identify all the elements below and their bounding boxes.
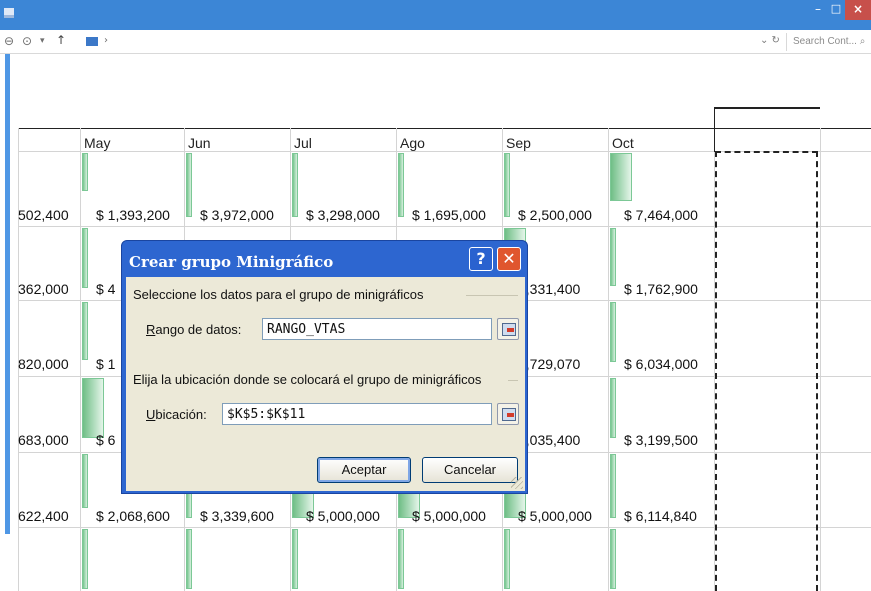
sparkline-bar — [504, 153, 510, 217]
cell-value[interactable]: $ 3,199,500 — [624, 432, 698, 448]
cell-value[interactable]: 683,000 — [18, 432, 69, 448]
sparkline-bar — [82, 529, 88, 589]
resize-grip-icon[interactable] — [511, 477, 523, 489]
excel-screen: – □ × ⊖ ⊙ ▾ ↑ › ⌄ ↻ Search Cont... ⌕ May… — [0, 0, 871, 591]
cell-value[interactable]: $ 2,500,000 — [518, 207, 592, 223]
dialog-close-button[interactable]: ✕ — [497, 247, 521, 271]
header-border — [18, 128, 871, 129]
cell-value[interactable]: $ 7,464,000 — [624, 207, 698, 223]
sparkline-bar — [82, 378, 104, 438]
range-label-accesskey: R — [146, 322, 156, 337]
minimize-button[interactable]: – — [812, 2, 824, 18]
cell-value[interactable]: 362,000 — [18, 281, 69, 297]
ok-button[interactable]: Aceptar — [317, 457, 411, 483]
sparkline-bar — [186, 529, 192, 589]
dialog-body: Seleccione los datos para el grupo de mi… — [126, 277, 525, 491]
back-icon[interactable]: ⊖ — [4, 34, 14, 48]
sparkline-bar — [610, 454, 616, 518]
location-section-rule — [508, 380, 518, 381]
sparkline-bar — [82, 454, 88, 508]
range-input[interactable]: RANGO_VTAS — [262, 318, 492, 340]
location-section-label: Elija la ubicación donde se colocará el … — [133, 372, 482, 387]
column-header: May — [84, 135, 111, 151]
breadcrumb-chevron-icon[interactable]: › — [104, 35, 108, 46]
create-sparkline-dialog: Crear grupo Minigráfico ? ✕ Seleccione l… — [121, 240, 528, 494]
cell-value[interactable]: $ 3,972,000 — [200, 207, 274, 223]
sparkline-bar — [610, 529, 616, 589]
dialog-title: Crear grupo Minigráfico — [129, 253, 334, 271]
location-input[interactable]: $K$5:$K$11 — [222, 403, 492, 425]
location-label-text: bicación: — [155, 407, 207, 422]
sparkline-bar — [610, 378, 616, 438]
column-header: Jul — [294, 135, 312, 151]
cancel-button[interactable]: Cancelar — [422, 457, 518, 483]
up-arrow-icon[interactable]: ↑ — [56, 33, 66, 47]
cell-value[interactable]: $ 5,000,000 — [412, 508, 486, 524]
cell-value[interactable]: $ 3,298,000 — [306, 207, 380, 223]
search-placeholder: Search Cont... — [793, 36, 857, 47]
cell-value[interactable]: $ 5,000,000 — [306, 508, 380, 524]
selection-border-left — [714, 107, 715, 152]
location-collapse-icon[interactable] — [497, 403, 519, 425]
data-section-rule — [466, 295, 518, 296]
cell-value[interactable]: $ 5,000,000 — [518, 508, 592, 524]
cell-value[interactable]: $ 6,114,840 — [624, 508, 697, 524]
copy-marquee — [715, 151, 818, 591]
address-bar: ⊖ ⊙ ▾ ↑ › ⌄ ↻ Search Cont... ⌕ — [0, 30, 871, 54]
selection-border — [714, 107, 820, 109]
cell-value[interactable]: $ 3,339,600 — [200, 508, 274, 524]
forward-icon[interactable]: ⊙ — [22, 34, 32, 48]
cell-value[interactable]: $ 1,393,200 — [96, 207, 170, 223]
column-gridline — [820, 128, 821, 591]
sparkline-bar — [186, 153, 192, 217]
column-header: Ago — [400, 135, 425, 151]
sparkline-bar — [82, 153, 88, 191]
search-icon: ⌕ — [859, 36, 866, 47]
cell-value[interactable]: $ 1 — [96, 356, 115, 372]
data-section-label: Seleccione los datos para el grupo de mi… — [133, 287, 424, 302]
cell-value[interactable]: $ 6,034,000 — [624, 356, 698, 372]
column-gridline — [80, 128, 81, 591]
range-label: Rango de datos: — [146, 322, 241, 337]
sparkline-bar — [610, 302, 616, 362]
recent-dropdown-icon[interactable]: ▾ — [40, 36, 45, 46]
sparkline-bar — [292, 529, 298, 589]
column-header: Oct — [612, 135, 634, 151]
column-header: Jun — [188, 135, 211, 151]
left-edge-strip — [0, 54, 10, 591]
help-button[interactable]: ? — [469, 247, 493, 271]
cell-value[interactable]: $ 1,695,000 — [412, 207, 486, 223]
sparkline-bar — [82, 302, 88, 360]
sparkline-bar — [610, 228, 616, 286]
cell-value[interactable]: $ 6 — [96, 432, 115, 448]
cell-value[interactable]: 622,400 — [18, 508, 69, 524]
app-icon[interactable] — [4, 8, 14, 18]
location-label: Ubicación: — [146, 407, 207, 422]
computer-icon — [86, 37, 98, 46]
refresh-icon[interactable]: ⌄ ↻ — [760, 35, 780, 46]
cell-value[interactable]: $ 1,762,900 — [624, 281, 698, 297]
search-input[interactable]: Search Cont... ⌕ — [786, 33, 870, 51]
cell-value[interactable]: 820,000 — [18, 356, 69, 372]
sparkline-bar — [610, 153, 632, 201]
sparkline-bar — [398, 529, 404, 589]
column-header: Sep — [506, 135, 531, 151]
sparkline-bar — [82, 228, 88, 288]
close-window-button[interactable]: × — [845, 0, 871, 20]
sparkline-bar — [398, 153, 404, 217]
column-gridline — [608, 128, 609, 591]
sparkline-bar — [504, 529, 510, 589]
range-collapse-icon[interactable] — [497, 318, 519, 340]
window-titlebar: – □ × — [0, 0, 871, 30]
range-label-text: ango de datos: — [155, 322, 242, 337]
location-label-accesskey: U — [146, 407, 156, 422]
cell-value[interactable]: $ 4 — [96, 281, 115, 297]
maximize-button[interactable]: □ — [830, 2, 842, 18]
cell-value[interactable]: $ 2,068,600 — [96, 508, 170, 524]
sparkline-bar — [292, 153, 298, 217]
cell-value[interactable]: 502,400 — [18, 207, 69, 223]
